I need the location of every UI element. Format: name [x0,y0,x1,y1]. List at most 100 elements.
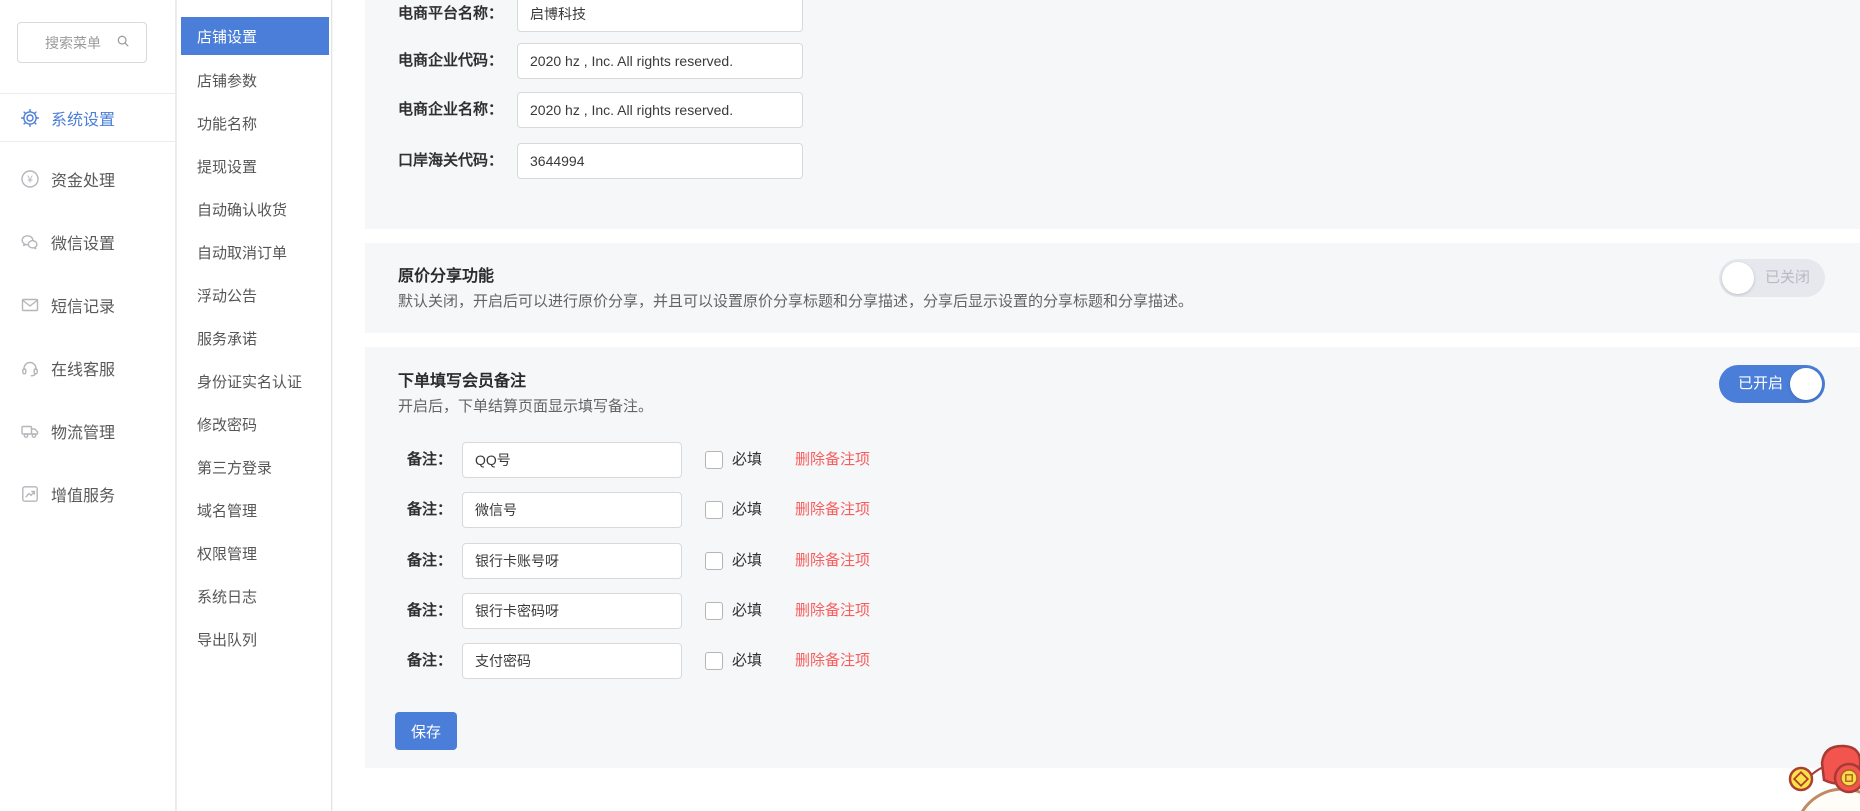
remark-label: 备注： [385,442,452,478]
main-content: 电商平台名称： 电商企业代码： 电商企业名称： 口岸海关代码： 原价分享功能 默… [333,0,1860,811]
sidebar-item-label: 系统设置 [51,106,115,130]
remark-label: 备注： [385,492,452,528]
customs-code-label: 口岸海关代码： [385,143,503,179]
remark-row: 备注： 必填 删除备注项 [365,643,1860,679]
required-checkbox[interactable] [705,451,723,469]
remark-row: 备注： 必填 删除备注项 [365,442,1860,478]
submenu-item[interactable]: 浮动公告 [181,274,329,317]
sidebar-item-label: 增值服务 [51,482,115,506]
share-toggle-label: 已关闭 [1765,259,1810,297]
required-checkbox[interactable] [705,501,723,519]
sidebar-item-wechat[interactable]: 微信设置 [0,210,175,273]
submenu-item[interactable]: 第三方登录 [181,446,329,489]
sidebar-item-sms[interactable]: 短信记录 [0,273,175,336]
delete-remark-link[interactable]: 删除备注项 [795,593,870,629]
primary-sidebar: 系统设置 ¥ 资金处理 微信设置 短信记录 在线客服 物流管理 增值服务 [0,0,176,811]
required-checkbox[interactable] [705,552,723,570]
sidebar-item-funds[interactable]: ¥ 资金处理 [0,147,175,210]
toggle-knob [1790,368,1822,400]
submenu-item[interactable]: 身份证实名认证 [181,360,329,403]
required-label: 必填 [732,492,762,528]
required-label: 必填 [732,543,762,579]
remark-card: 下单填写会员备注 开启后，下单结算页面显示填写备注。 已开启 备注： 必填 删除… [365,347,1860,768]
remark-toggle-label: 已开启 [1738,365,1783,403]
remark-label: 备注： [385,643,452,679]
remark-input[interactable] [462,492,682,528]
sidebar-item-label: 短信记录 [51,293,115,317]
share-section-description: 默认关闭，开启后可以进行原价分享，并且可以设置原价分享标题和分享描述，分享后显示… [398,290,1193,311]
yen-circle-icon: ¥ [20,169,40,189]
delete-remark-link[interactable]: 删除备注项 [795,543,870,579]
remark-input[interactable] [462,442,682,478]
wechat-icon [20,232,40,252]
sidebar-item-label: 在线客服 [51,356,115,380]
submenu-item[interactable]: 服务承诺 [181,317,329,360]
save-button[interactable]: 保存 [395,712,457,750]
delete-remark-link[interactable]: 删除备注项 [795,643,870,679]
submenu-item[interactable]: 功能名称 [181,102,329,145]
submenu-item[interactable]: 提现设置 [181,145,329,188]
headset-icon [20,358,40,378]
enterprise-name-label: 电商企业名称： [385,92,503,128]
submenu-item-store-settings[interactable]: 店铺设置 [181,17,329,55]
required-label: 必填 [732,442,762,478]
submenu-item[interactable]: 权限管理 [181,532,329,575]
menu-search-box[interactable] [17,22,147,63]
remark-input[interactable] [462,543,682,579]
enterprise-code-label: 电商企业代码： [385,43,503,79]
form-row: 口岸海关代码： [365,143,1860,179]
customs-code-input[interactable] [517,143,803,179]
required-checkbox[interactable] [705,652,723,670]
secondary-sidebar: 店铺设置 店铺参数 功能名称 提现设置 自动确认收货 自动取消订单 浮动公告 服… [176,0,332,811]
sidebar-item-label: 物流管理 [51,419,115,443]
delete-remark-link[interactable]: 删除备注项 [795,442,870,478]
gear-icon [20,108,40,128]
sidebar-item-logistics[interactable]: 物流管理 [0,399,175,462]
remark-input[interactable] [462,643,682,679]
enterprise-name-input[interactable] [517,92,803,128]
trend-chart-icon [20,484,40,504]
sidebar-item-online-service[interactable]: 在线客服 [0,336,175,399]
share-section-title: 原价分享功能 [398,262,494,286]
remark-toggle[interactable]: 已开启 [1719,365,1825,403]
remark-section-description: 开启后，下单结算页面显示填写备注。 [398,395,653,416]
svg-text:¥: ¥ [26,174,33,185]
share-feature-card: 原价分享功能 默认关闭，开启后可以进行原价分享，并且可以设置原价分享标题和分享描… [365,243,1860,333]
form-row: 电商企业代码： [365,43,1860,79]
form-row: 电商平台名称： [365,0,1860,32]
form-row: 电商企业名称： [365,92,1860,128]
submenu-item[interactable]: 修改密码 [181,403,329,446]
submenu-item[interactable]: 店铺参数 [181,59,329,102]
delete-remark-link[interactable]: 删除备注项 [795,492,870,528]
enterprise-code-input[interactable] [517,43,803,79]
remark-row: 备注： 必填 删除备注项 [365,492,1860,528]
remark-row: 备注： 必填 删除备注项 [365,543,1860,579]
remark-label: 备注： [385,593,452,629]
submenu-list: 店铺参数 功能名称 提现设置 自动确认收货 自动取消订单 浮动公告 服务承诺 身… [181,59,329,661]
remark-input[interactable] [462,593,682,629]
sidebar-item-value-added[interactable]: 增值服务 [0,462,175,525]
sidebar-item-label: 资金处理 [51,167,115,191]
share-toggle[interactable]: 已关闭 [1719,259,1825,297]
submenu-item[interactable]: 自动取消订单 [181,231,329,274]
submenu-item[interactable]: 导出队列 [181,618,329,661]
remark-label: 备注： [385,543,452,579]
remark-section-title: 下单填写会员备注 [398,367,526,391]
submenu-item[interactable]: 系统日志 [181,575,329,618]
submenu-item[interactable]: 域名管理 [181,489,329,532]
required-label: 必填 [732,593,762,629]
submenu-active-label: 店铺设置 [197,26,257,47]
search-icon [116,34,130,48]
sidebar-item-system-settings[interactable]: 系统设置 [0,93,175,142]
primary-nav-list: ¥ 资金处理 微信设置 短信记录 在线客服 物流管理 增值服务 [0,147,175,525]
platform-name-input[interactable] [517,0,803,32]
required-checkbox[interactable] [705,602,723,620]
toggle-knob [1722,262,1754,294]
envelope-icon [20,295,40,315]
platform-name-label: 电商平台名称： [385,0,503,32]
required-label: 必填 [732,643,762,679]
truck-icon [20,421,40,441]
sidebar-item-label: 微信设置 [51,230,115,254]
remark-row: 备注： 必填 删除备注项 [365,593,1860,629]
submenu-item[interactable]: 自动确认收货 [181,188,329,231]
